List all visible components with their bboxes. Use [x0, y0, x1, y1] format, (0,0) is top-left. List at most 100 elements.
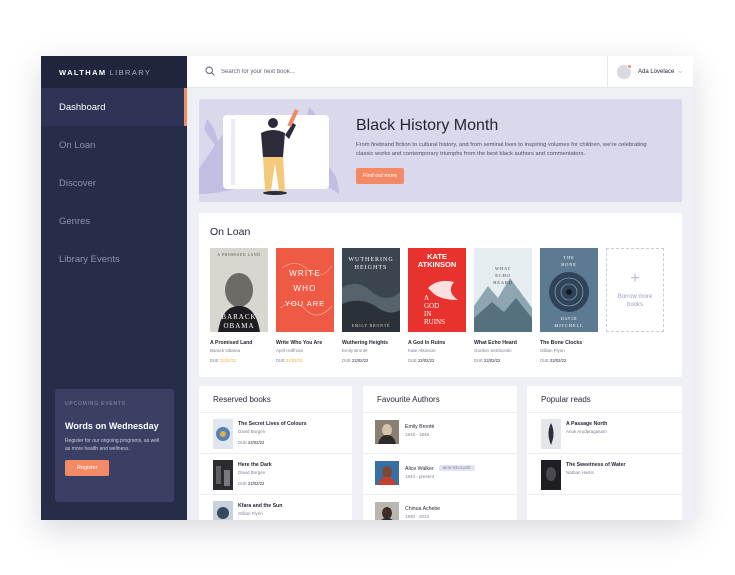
- divider: [527, 494, 682, 495]
- find-out-more-button[interactable]: Find out more: [356, 168, 404, 184]
- author-photo: [375, 502, 399, 520]
- book-author: Kate Atkinson: [408, 348, 436, 353]
- avatar: [617, 63, 632, 79]
- due-date: 22/02/22: [248, 440, 265, 445]
- sidebar-item-discover[interactable]: Discover: [41, 164, 187, 202]
- popular-reads-panel: Popular reads A Passage North Anuk Arudp…: [527, 386, 682, 520]
- book-title: The Bone Clocks: [540, 340, 583, 346]
- author-years: 1944 - present: [405, 474, 435, 479]
- author-item[interactable]: Chinua Achebe 1930 - 2013: [375, 502, 510, 520]
- book-author: Gillian Flynn: [540, 348, 565, 353]
- author-name: Chinua Achebe: [405, 506, 441, 512]
- author-photo: [375, 420, 399, 444]
- book-cover: WRITE WHO YOU ARE: [276, 248, 334, 332]
- author-item[interactable]: Alice Walker NEW RELEASE 1944 - present: [375, 461, 510, 491]
- reserved-due: DUE 22/02/22: [238, 440, 307, 445]
- cover-text: A PROMISED LAND: [217, 253, 260, 257]
- book-author: April Hoffman: [276, 348, 304, 353]
- book-title: Write Who You Are: [276, 340, 323, 346]
- book-thumbnail: [213, 501, 233, 520]
- cover-text: IN: [424, 310, 431, 318]
- cover-text: DAVID: [561, 316, 577, 321]
- author-years: 1930 - 2013: [405, 514, 430, 519]
- hero-title: Black History Month: [356, 117, 499, 134]
- book-cover: WHAT ECHO HEARD: [474, 248, 532, 332]
- cover-text: ATKINSON: [418, 260, 457, 269]
- reserved-title: Kfara and the Sun: [238, 503, 283, 509]
- author-item[interactable]: Emily Brontë 1818 - 1848: [375, 420, 510, 450]
- divider: [199, 494, 352, 495]
- due-date: 22/02/22: [484, 358, 501, 363]
- book-due: DUE 22/02/22: [474, 358, 532, 363]
- popular-author: Nathan Harris: [566, 470, 594, 475]
- book-due: DUE 22/02/22: [342, 358, 400, 363]
- book-title: Wuthering Heights: [342, 340, 389, 346]
- reading-illustration: [199, 107, 339, 195]
- register-button[interactable]: Register: [65, 460, 110, 476]
- book-thumbnail: [541, 460, 561, 490]
- brand-logo[interactable]: WALTHAM LIBRARY: [41, 56, 187, 88]
- brand-name-bold: WALTHAM: [59, 67, 107, 77]
- book-card[interactable]: WHAT ECHO HEARD What Echo Heard Gordon S…: [474, 248, 532, 363]
- cover-text: THE: [563, 255, 574, 260]
- book-due: DUE 22/02/22: [408, 358, 466, 363]
- plus-icon: +: [630, 270, 640, 287]
- search-icon: [205, 63, 215, 81]
- sidebar-item-library-events[interactable]: Library Events: [41, 240, 187, 278]
- brand-name-light: LIBRARY: [109, 67, 152, 77]
- book-due: DUE 22/02/22: [540, 358, 598, 363]
- due-label: DUE: [408, 358, 417, 363]
- reserved-due: DUE 22/02/22: [238, 481, 272, 486]
- cover-text: RUINS: [424, 318, 445, 326]
- author-photo: [375, 461, 399, 485]
- cover-text: A: [424, 294, 429, 302]
- book-card[interactable]: A PROMISED LAND BARACK OBAMA A Promised …: [210, 248, 268, 363]
- due-label: DUE: [238, 440, 247, 445]
- book-card[interactable]: WRITE WHO YOU ARE Write Who You Are Apri…: [276, 248, 334, 363]
- due-date: 22/02/22: [286, 358, 303, 363]
- sidebar-item-dashboard[interactable]: Dashboard: [41, 88, 187, 126]
- book-card[interactable]: WUTHERING HEIGHTS EMILY BRONTË Wuthering…: [342, 248, 400, 363]
- book-card[interactable]: KATE ATKINSON A GOD IN RUINS A God In Ru…: [408, 248, 466, 363]
- book-thumbnail: [541, 419, 561, 449]
- book-cover: THE BONE DAVID MITCHELL: [540, 248, 598, 332]
- book-title: A Promised Land: [210, 340, 253, 346]
- divider: [199, 412, 352, 413]
- reserved-title: Here the Dark: [238, 462, 272, 468]
- book-title: A God In Ruins: [408, 340, 446, 346]
- cover-text: GOD: [424, 302, 439, 310]
- due-date: 22/02/22: [352, 358, 369, 363]
- new-release-badge: NEW RELEASE: [438, 465, 475, 471]
- due-date: 22/02/22: [248, 481, 265, 486]
- list-item[interactable]: Kfara and the Sun Gillian Flynn: [213, 501, 343, 520]
- cover-text: OBAMA: [223, 322, 254, 330]
- sidebar-nav: Dashboard On Loan Discover Genres Librar…: [41, 88, 187, 278]
- cover-text: HEIGHTS: [355, 265, 388, 271]
- sidebar-item-on-loan[interactable]: On Loan: [41, 126, 187, 164]
- reserved-books-title: Reserved books: [213, 395, 271, 404]
- book-card[interactable]: THE BONE DAVID MITCHELL The Bone Clocks …: [540, 248, 598, 363]
- popular-author: Anuk Arudpragasam: [566, 429, 607, 434]
- borrow-more-books-button[interactable]: + Borrow more books: [606, 248, 664, 332]
- book-author: Emily Brontë: [342, 348, 368, 353]
- chevron-down-icon: ⌵: [678, 68, 683, 75]
- sidebar-item-genres[interactable]: Genres: [41, 202, 187, 240]
- cover-text: MITCHELL: [554, 323, 583, 328]
- due-label: DUE: [238, 481, 247, 486]
- author-name: Emily Brontë: [405, 424, 435, 430]
- cover-text: ECHO: [495, 273, 510, 278]
- author-name-text: Alice Walker: [405, 466, 434, 472]
- divider: [363, 412, 517, 413]
- book-cover: KATE ATKINSON A GOD IN RUINS: [408, 248, 466, 332]
- book-author: Gordon Semborski: [474, 348, 512, 353]
- author-name: Alice Walker NEW RELEASE: [405, 465, 475, 472]
- user-menu[interactable]: Ada Lovelace ⌵: [607, 56, 693, 88]
- cover-text: WHO: [293, 284, 316, 293]
- search-input[interactable]: [221, 68, 421, 75]
- book-due: DUE 22/02/22: [276, 358, 334, 363]
- cover-text: YOU ARE: [285, 299, 325, 308]
- due-date: 22/02/22: [418, 358, 435, 363]
- cover-text: BARACK: [221, 313, 256, 321]
- divider: [363, 453, 517, 454]
- loan-book-list: A PROMISED LAND BARACK OBAMA A Promised …: [210, 248, 664, 363]
